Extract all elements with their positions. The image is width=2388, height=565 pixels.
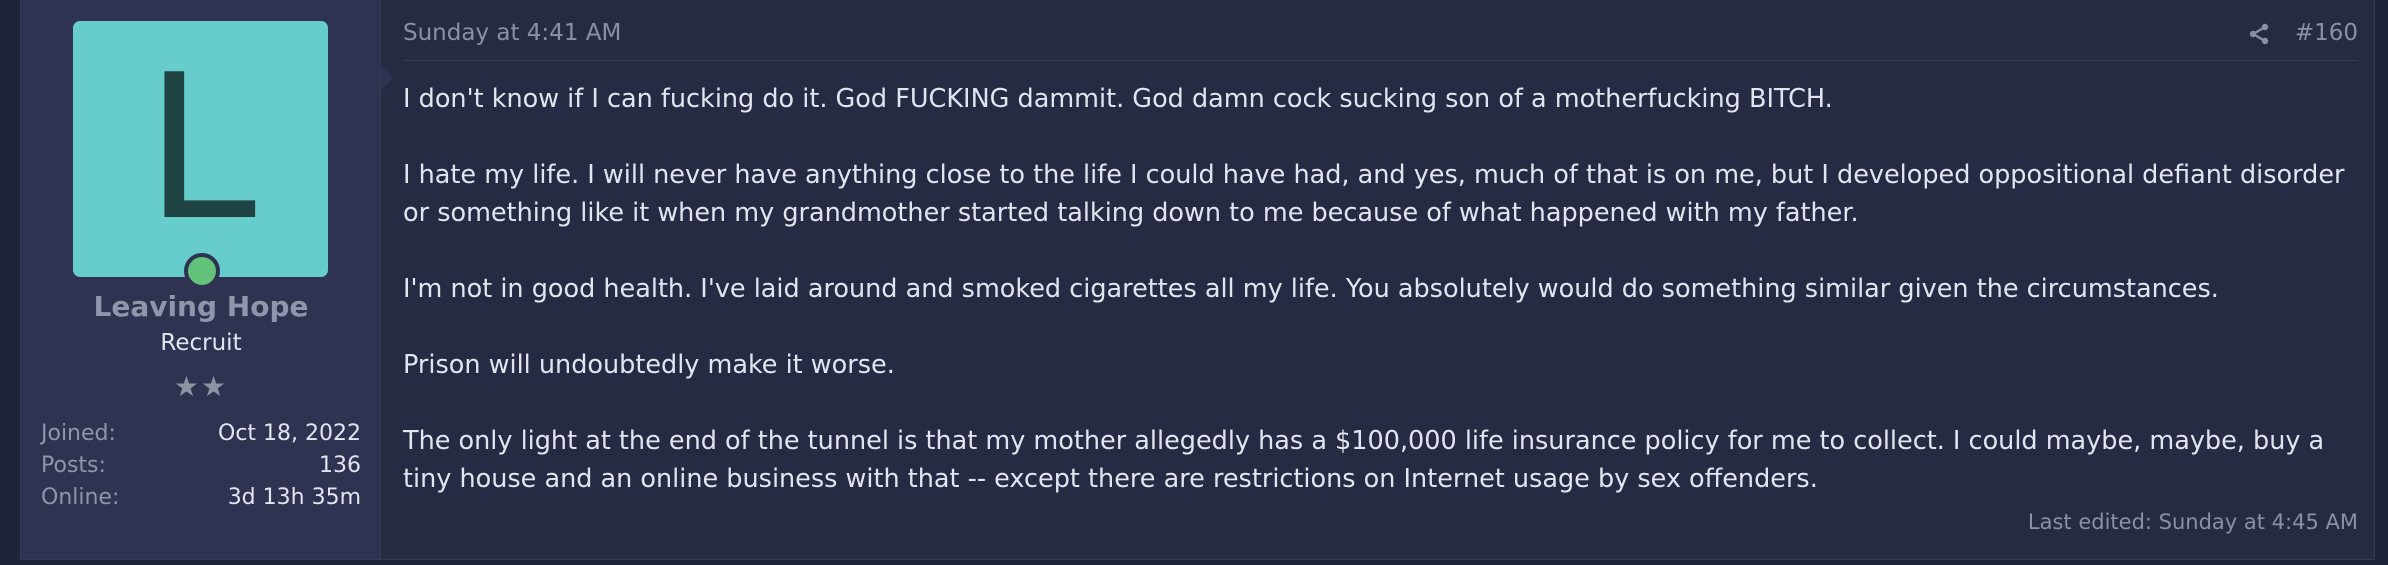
stat-value: Oct 18, 2022 <box>218 421 361 446</box>
user-title: Recruit <box>160 330 242 356</box>
share-icon[interactable] <box>2247 22 2271 46</box>
post-paragraph: Prison will undoubtedly make it worse. <box>403 350 895 380</box>
forum-post: L Leaving Hope Recruit ★★ Joined: Oct 18… <box>20 0 2375 560</box>
rank-stars-icon: ★★ <box>173 370 229 403</box>
stat-label: Posts: <box>41 453 106 478</box>
stat-label: Joined: <box>41 421 116 446</box>
user-stats: Joined: Oct 18, 2022 Posts: 136 Online: … <box>41 418 361 514</box>
post-number-link[interactable]: #160 <box>2295 20 2358 46</box>
post-paragraph: I'm not in good health. I've laid around… <box>403 274 2219 304</box>
avatar[interactable]: L <box>73 21 328 277</box>
stat-label: Online: <box>41 485 120 510</box>
username[interactable]: Leaving Hope <box>21 290 381 323</box>
post-paragraph: I hate my life. I will never have anythi… <box>403 160 2345 228</box>
message-pointer <box>381 66 393 90</box>
stat-row-posts: Posts: 136 <box>41 450 361 482</box>
stat-value: 136 <box>319 453 361 478</box>
post-paragraph: I don't know if I can fucking do it. God… <box>403 84 1833 114</box>
avatar-letter: L <box>144 32 257 265</box>
stat-row-joined: Joined: Oct 18, 2022 <box>41 418 361 450</box>
stat-row-online: Online: 3d 13h 35m <box>41 482 361 514</box>
post-paragraph: The only light at the end of the tunnel … <box>403 426 2325 494</box>
stat-value: 3d 13h 35m <box>227 485 361 510</box>
post-date-link[interactable]: Sunday at 4:41 AM <box>403 20 621 46</box>
user-panel: L Leaving Hope Recruit ★★ Joined: Oct 18… <box>21 0 381 559</box>
post-content: Sunday at 4:41 AM #160 I don't know if I… <box>403 0 2358 559</box>
post-header: Sunday at 4:41 AM #160 <box>403 0 2358 61</box>
post-body: I don't know if I can fucking do it. God… <box>403 80 2358 536</box>
online-status-indicator <box>184 253 220 289</box>
last-edited-note: Last edited: Sunday at 4:45 AM <box>2027 510 2358 534</box>
